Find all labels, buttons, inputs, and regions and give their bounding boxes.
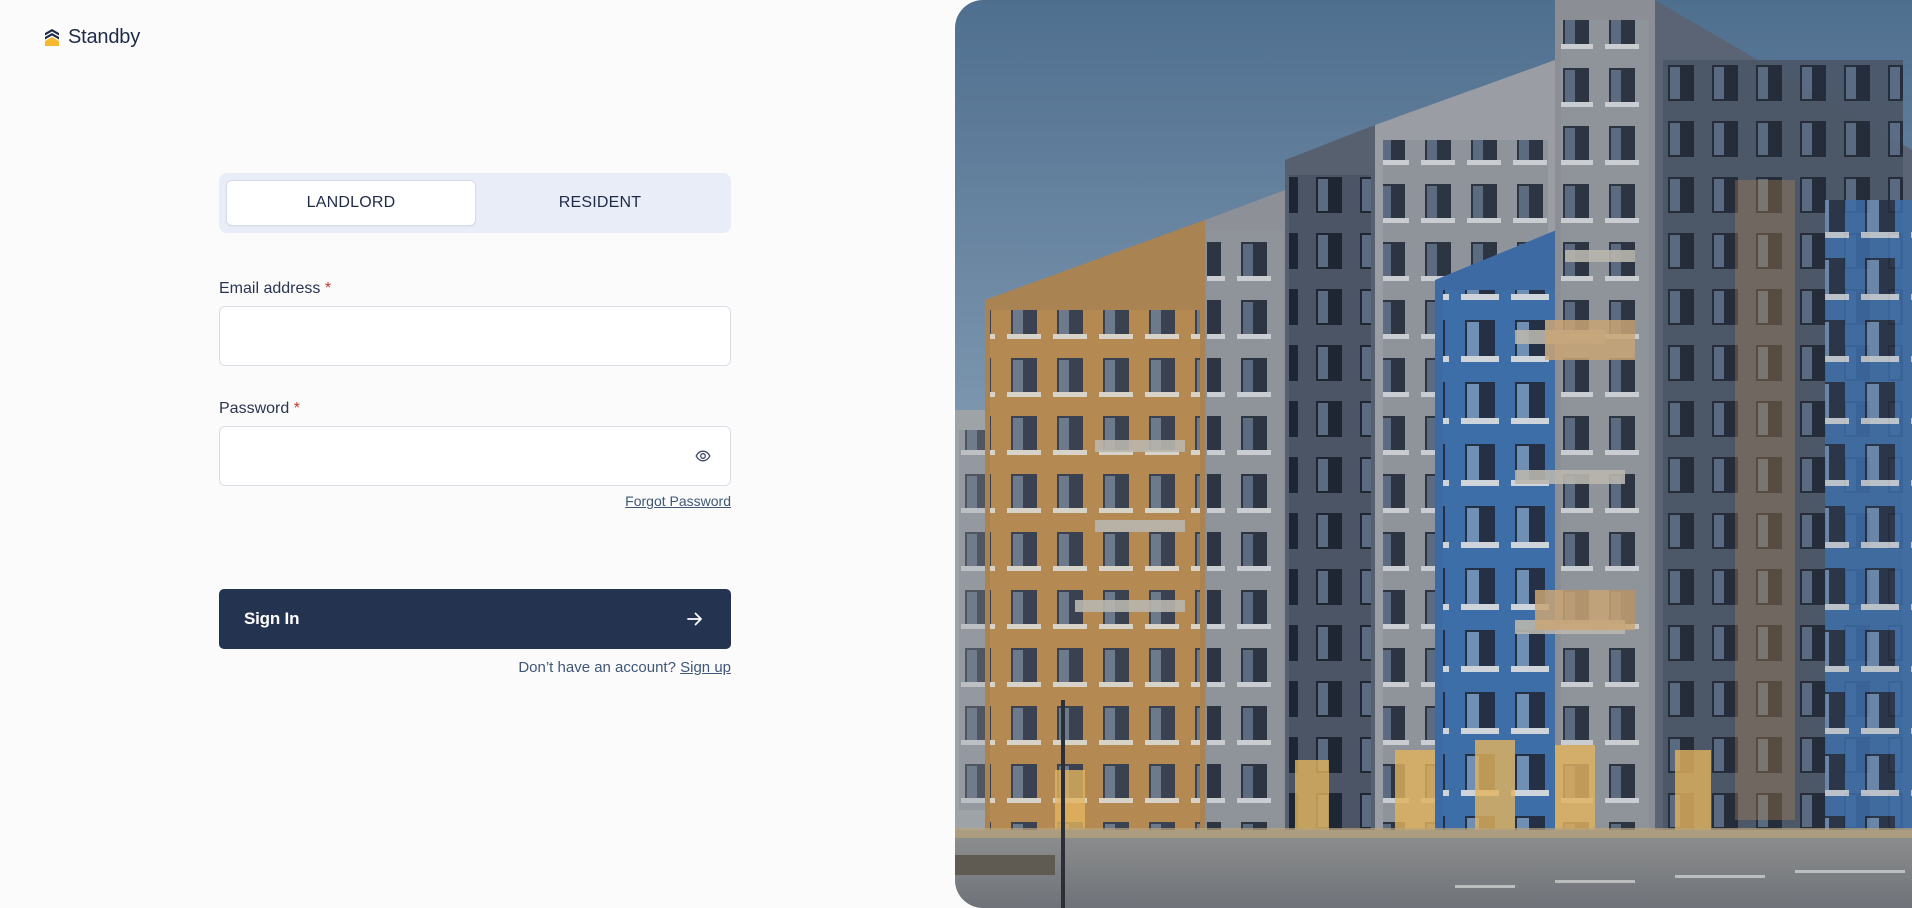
required-mark: * (324, 280, 332, 297)
forgot-password-row: Forgot Password (219, 493, 731, 511)
signup-prompt: Don’t have an account? (518, 659, 676, 676)
brand-name: Standby (68, 26, 140, 48)
arrow-right-icon (687, 612, 702, 626)
email-label: Email address * (219, 280, 731, 298)
email-label-text: Email address (219, 280, 321, 297)
sign-up-link[interactable]: Sign up (680, 659, 731, 676)
role-toggle: LANDLORD RESIDENT (219, 173, 731, 233)
apartment-building-photo (955, 0, 1912, 908)
password-label-text: Password (219, 400, 290, 417)
password-label: Password * (219, 400, 731, 418)
standby-logo-icon (45, 28, 59, 46)
password-field[interactable] (219, 426, 731, 486)
password-field-wrapper (219, 426, 731, 486)
signup-row: Don’t have an account? Sign up (219, 659, 731, 676)
sign-in-button[interactable]: Sign In (219, 589, 731, 649)
forgot-password-link[interactable]: Forgot Password (625, 493, 731, 509)
sign-in-label: Sign In (244, 609, 300, 628)
email-field[interactable] (219, 306, 731, 366)
tab-landlord[interactable]: LANDLORD (226, 180, 476, 226)
brand-logo[interactable]: Standby (42, 26, 140, 49)
tab-resident[interactable]: RESIDENT (476, 180, 724, 226)
building-illustration (955, 0, 1912, 908)
login-page: Standby LANDLORD RESIDENT Email address … (0, 0, 1912, 908)
login-form: LANDLORD RESIDENT Email address * Passwo… (219, 173, 731, 676)
required-mark: * (293, 400, 300, 417)
email-field-wrapper (219, 306, 731, 366)
eye-icon[interactable] (695, 448, 711, 464)
